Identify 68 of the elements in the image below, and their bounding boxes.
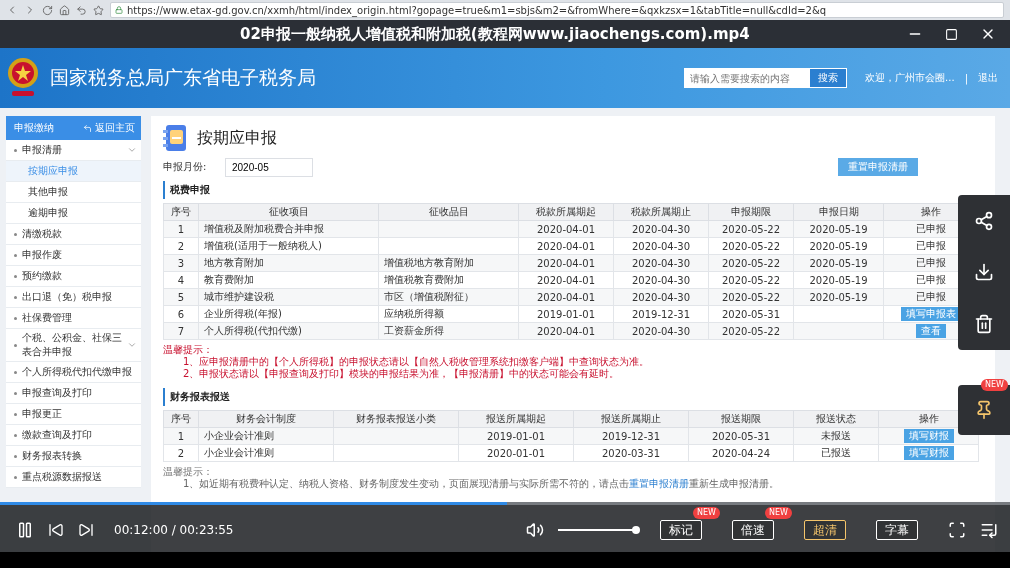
download-icon[interactable] xyxy=(974,262,994,283)
column-header: 征收项目 xyxy=(198,203,379,221)
volume-icon[interactable] xyxy=(526,521,544,539)
player-button[interactable]: 倍速 xyxy=(732,520,774,540)
site-title: 国家税务总局广东省电子税务局 xyxy=(50,65,317,90)
reset-link[interactable]: 重置申报清册 xyxy=(629,478,690,489)
column-header: 财务会计制度 xyxy=(198,410,334,428)
search-field[interactable]: 请输入需要搜索的内容 xyxy=(684,68,810,88)
chevron-down-icon xyxy=(127,340,137,350)
refresh-icon[interactable] xyxy=(42,4,53,16)
column-header: 税款所属期止 xyxy=(613,203,709,221)
status-text: 已申报 xyxy=(916,240,946,251)
player-button[interactable]: 字幕 xyxy=(876,520,918,540)
status-text: 已申报 xyxy=(916,291,946,302)
section-title: 财务报表报送 xyxy=(163,388,943,406)
video-title: 02申报一般纳税人增值税和附加税(教程网www.jiaochengs.com).mp4 xyxy=(240,24,751,44)
column-header: 征收品目 xyxy=(378,203,519,221)
page-title: 按期应申报 xyxy=(197,127,277,149)
column-header: 报送所属期起 xyxy=(458,410,574,428)
note-text: 2、申报状态请以【申报查询及打印】模块的申报结果为准，【申报清册】中的状态可能会有延时。 xyxy=(182,368,621,380)
note-text: 1、应申报清册中的【个人所得税】的申报状态请以【自然人税收管理系统扣缴客户端】中查询状态为准。 xyxy=(182,356,651,368)
column-header: 申报日期 xyxy=(793,203,884,221)
trash-icon[interactable] xyxy=(974,314,994,335)
chevron-down-icon xyxy=(127,145,137,155)
maximize-icon[interactable] xyxy=(945,27,958,41)
pin-icon[interactable] xyxy=(974,400,994,420)
note-text: 1、如近期有税费种认定、纳税人资格、财务制度发生变动，页面展现清册与实际所需不符的，请点击重置申报清册重新生成申报清册。 xyxy=(182,478,781,490)
time-text: 00:12:00 / 00:23:55 xyxy=(114,523,234,537)
month-label: 申报月份: xyxy=(163,160,208,174)
separator-text: | xyxy=(964,72,968,84)
home-icon[interactable] xyxy=(59,4,70,16)
status-text: 已申报 xyxy=(916,274,946,285)
fullscreen-icon[interactable] xyxy=(948,521,966,539)
month-field[interactable]: 2020-05 xyxy=(225,157,313,177)
address-bar[interactable]: https://www.etax-gd.gov.cn/xxmh/html/index_origin.html?gopage=true&m1=sbjs&m2=&fromWhere=&qxkzsx=1&tabTitle=null&cdId=2&q xyxy=(110,2,1004,18)
status-text: 已申报 xyxy=(916,223,946,234)
playlist-icon[interactable] xyxy=(980,521,998,539)
status-text: 已申报 xyxy=(916,257,946,268)
column-header: 序号 xyxy=(163,410,199,428)
pause-icon[interactable] xyxy=(16,521,34,539)
url-text: https://www.etax-gd.gov.cn/xxmh/html/index_origin.html?gopage=true&m1=sbjs&m2=&fromWhere=&qxkzsx=1&tabTitle=null&cdId=2&q xyxy=(127,4,827,16)
lock-icon xyxy=(115,6,123,14)
notebook-icon xyxy=(163,124,187,152)
return-arrow-icon xyxy=(83,123,92,133)
new-badge: NEW xyxy=(693,507,720,519)
new-badge: NEW xyxy=(765,507,792,519)
share-icon[interactable] xyxy=(974,210,994,231)
star-icon[interactable] xyxy=(93,4,104,16)
notes-title: 温馨提示： xyxy=(163,344,214,356)
welcome-text: 欢迎，广州市会圈... xyxy=(865,71,955,85)
column-header: 税款所属期起 xyxy=(518,203,614,221)
column-header: 报送期限 xyxy=(688,410,794,428)
player-button[interactable]: 标记 xyxy=(660,520,702,540)
next-icon[interactable] xyxy=(78,522,94,538)
sidebar-item[interactable]: 个税、公积金、社保三表合并申报 xyxy=(6,329,141,362)
column-header: 申报期限 xyxy=(708,203,794,221)
column-header: 报送所属期止 xyxy=(573,410,689,428)
notes-title: 温馨提示： xyxy=(163,466,214,478)
sidebar-title: 申报缴纳 xyxy=(14,121,54,135)
previous-icon[interactable] xyxy=(48,522,64,538)
column-header: 序号 xyxy=(163,203,199,221)
section-title: 税费申报 xyxy=(163,181,943,199)
undo-icon[interactable] xyxy=(76,4,87,16)
search-button[interactable]: 搜索 xyxy=(809,68,848,88)
column-header: 财务报表报送小类 xyxy=(333,410,459,428)
column-header: 报送状态 xyxy=(793,410,879,428)
new-badge: NEW xyxy=(981,379,1008,391)
player-button[interactable]: 超清 xyxy=(804,520,846,540)
